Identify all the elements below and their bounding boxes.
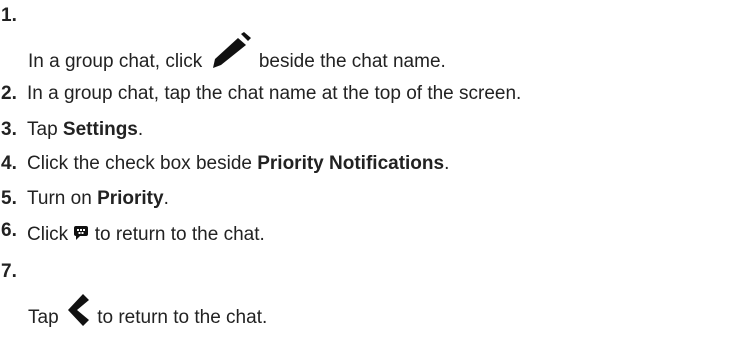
step-3-text-after: . bbox=[137, 119, 144, 140]
step-2: 2. In a group chat, tap the chat name at … bbox=[0, 82, 736, 106]
step-4-number: 4. bbox=[1, 153, 17, 174]
step-3-text-before: Tap bbox=[27, 119, 63, 140]
step-2-number: 2. bbox=[1, 83, 17, 104]
step-3: 3. Tap Settings. bbox=[0, 118, 736, 142]
step-2-text: In a group chat, tap the chat name at th… bbox=[27, 83, 522, 104]
step-7-text-before: Tap bbox=[28, 307, 64, 329]
step-3-bold: Settings bbox=[62, 119, 138, 140]
step-6: 6. Click to return to the chat. bbox=[0, 220, 736, 247]
step-6-text-after: to return to the chat. bbox=[89, 224, 265, 245]
instruction-steps: 1. In a group chat, click beside the cha… bbox=[0, 0, 736, 350]
pencil-icon bbox=[208, 32, 254, 72]
step-5-text-before: Turn on bbox=[27, 188, 98, 209]
back-chevron-icon bbox=[64, 292, 92, 328]
step-4-text-before: Click the check box beside bbox=[27, 153, 258, 174]
step-4-bold: Priority Notifications bbox=[257, 153, 445, 174]
step-1-number: 1. bbox=[1, 5, 17, 26]
step-3-number: 3. bbox=[1, 119, 17, 140]
step-1-text-before: In a group chat, click bbox=[28, 51, 208, 73]
step-4: 4. Click the check box beside Priority No… bbox=[0, 152, 736, 176]
chat-bubble-icon bbox=[73, 224, 89, 240]
step-7-number: 7. bbox=[1, 261, 17, 282]
step-4-text-after: . bbox=[444, 153, 450, 174]
step-5-text-after: . bbox=[163, 188, 169, 209]
step-6-text-before: Click bbox=[27, 224, 74, 245]
step-6-number: 6. bbox=[1, 220, 17, 241]
step-1-text-after: beside the chat name. bbox=[258, 51, 446, 73]
step-7-text-after: to return to the chat. bbox=[97, 307, 268, 329]
step-5-bold: Priority bbox=[97, 188, 164, 209]
step-7-text: Tap to return to the chat. bbox=[28, 294, 268, 336]
step-5-number: 5. bbox=[1, 188, 17, 209]
step-1-text: In a group chat, click beside the chat n… bbox=[28, 32, 446, 82]
step-5: 5. Turn on Priority. bbox=[0, 187, 736, 211]
